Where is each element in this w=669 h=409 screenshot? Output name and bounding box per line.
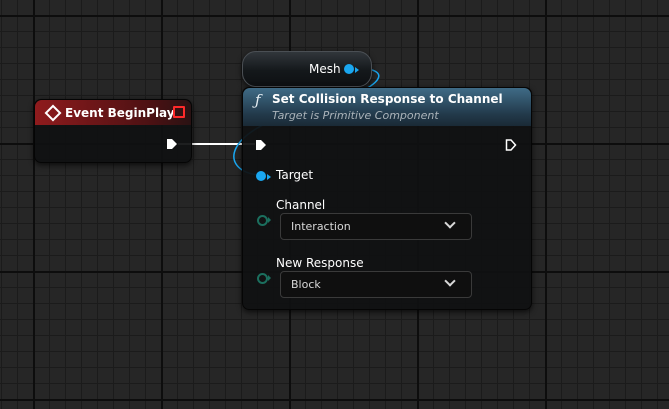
new-response-dropdown[interactable]: Block	[280, 271, 472, 298]
channel-value: Interaction	[291, 220, 351, 233]
chevron-down-icon	[444, 275, 456, 287]
function-node-title: Set Collision Response to Channel	[272, 92, 503, 106]
channel-arrow-icon	[268, 217, 271, 223]
chevron-down-icon	[444, 217, 456, 229]
exec-input-pin[interactable]	[255, 139, 267, 151]
target-arrow-icon	[267, 174, 271, 180]
exec-output-pin[interactable]	[505, 139, 517, 151]
mesh-getter-node[interactable]: Mesh	[242, 51, 372, 87]
target-input-pin[interactable]	[256, 171, 266, 181]
new-response-arrow-icon	[268, 275, 271, 281]
mesh-label: Mesh	[309, 62, 341, 76]
set-collision-response-node[interactable]: ƒ Set Collision Response to Channel Targ…	[242, 87, 532, 310]
new-response-input-pin[interactable]	[257, 273, 268, 284]
new-response-label: New Response	[276, 256, 364, 270]
function-f-icon: ƒ	[255, 91, 261, 109]
channel-input-pin[interactable]	[257, 215, 268, 226]
function-node-subtitle: Target is Primitive Component	[272, 109, 439, 122]
new-response-value: Block	[291, 278, 321, 291]
target-label: Target	[276, 168, 314, 182]
channel-label: Channel	[276, 198, 326, 212]
mesh-output-arrow-icon	[355, 67, 359, 73]
event-exec-output-pin[interactable]	[166, 138, 178, 150]
square-delegate-icon[interactable]	[173, 106, 185, 118]
mesh-output-pin[interactable]	[344, 64, 354, 74]
channel-dropdown[interactable]: Interaction	[280, 213, 472, 240]
event-node-title: Event BeginPlay	[65, 106, 175, 120]
event-beginplay-node[interactable]: Event BeginPlay	[34, 99, 192, 163]
